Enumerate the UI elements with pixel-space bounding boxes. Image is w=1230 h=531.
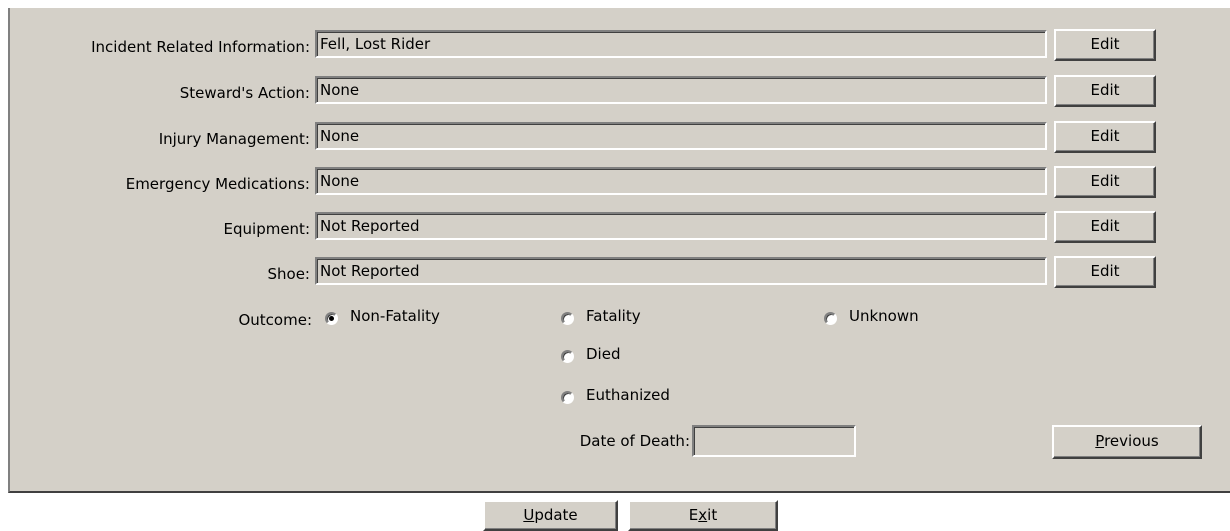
emergency-medications-edit-button[interactable]: Edit xyxy=(1054,166,1156,198)
exit-button[interactable]: Exit xyxy=(628,500,778,531)
outcome-radio-unknown[interactable]: Unknown xyxy=(824,307,919,325)
died-label: Died xyxy=(586,345,621,363)
radio-unselected-icon xyxy=(561,349,574,363)
previous-mnemonic: P xyxy=(1095,432,1105,450)
incident-related-information-label: Incident Related Information: xyxy=(91,38,310,56)
equipment-label: Equipment: xyxy=(223,220,310,238)
exit-mnemonic: x xyxy=(698,506,708,524)
non-fatality-label: Non-Fatality xyxy=(350,307,440,325)
incident-details-panel: Incident Related Information: Fell, Lost… xyxy=(8,8,1230,493)
stewards-action-edit-button[interactable]: Edit xyxy=(1054,75,1156,107)
outcome-label: Outcome: xyxy=(238,311,312,329)
unknown-label: Unknown xyxy=(849,307,919,325)
euthanized-label: Euthanized xyxy=(586,386,670,404)
radio-unselected-icon xyxy=(561,390,574,404)
emergency-medications-field: None xyxy=(315,167,1047,195)
emergency-medications-label: Emergency Medications: xyxy=(125,175,310,193)
outcome-radio-fatality[interactable]: Fatality xyxy=(561,307,641,325)
previous-button[interactable]: Previous xyxy=(1052,425,1202,459)
shoe-label: Shoe: xyxy=(267,265,311,283)
shoe-field: Not Reported xyxy=(315,257,1047,285)
exit-label-rest: it xyxy=(707,506,718,524)
update-mnemonic: U xyxy=(523,506,535,524)
incident-related-information-field: Fell, Lost Rider xyxy=(315,30,1047,58)
previous-label-rest: revious xyxy=(1104,432,1159,450)
injury-management-label: Injury Management: xyxy=(158,130,310,148)
radio-selected-icon xyxy=(325,311,338,325)
incident-related-information-edit-button[interactable]: Edit xyxy=(1054,29,1156,61)
radio-unselected-icon xyxy=(824,311,837,325)
outcome-radio-died[interactable]: Died xyxy=(561,345,620,363)
equipment-edit-button[interactable]: Edit xyxy=(1054,211,1156,243)
stewards-action-label: Steward's Action: xyxy=(179,84,310,102)
date-of-death-field[interactable] xyxy=(692,425,856,457)
injury-management-edit-button[interactable]: Edit xyxy=(1054,121,1156,153)
radio-unselected-icon xyxy=(561,311,574,325)
stewards-action-field: None xyxy=(315,76,1047,104)
exit-label-pre: E xyxy=(688,506,699,524)
shoe-edit-button[interactable]: Edit xyxy=(1054,256,1156,288)
injury-management-field: None xyxy=(315,122,1047,150)
equipment-field: Not Reported xyxy=(315,212,1047,240)
fatality-label: Fatality xyxy=(586,307,641,325)
outcome-radio-non-fatality[interactable]: Non-Fatality xyxy=(325,307,440,325)
update-label-rest: pdate xyxy=(534,506,578,524)
outcome-radio-euthanized[interactable]: Euthanized xyxy=(561,386,670,404)
update-button[interactable]: Update xyxy=(483,500,618,531)
date-of-death-label: Date of Death: xyxy=(579,432,690,450)
